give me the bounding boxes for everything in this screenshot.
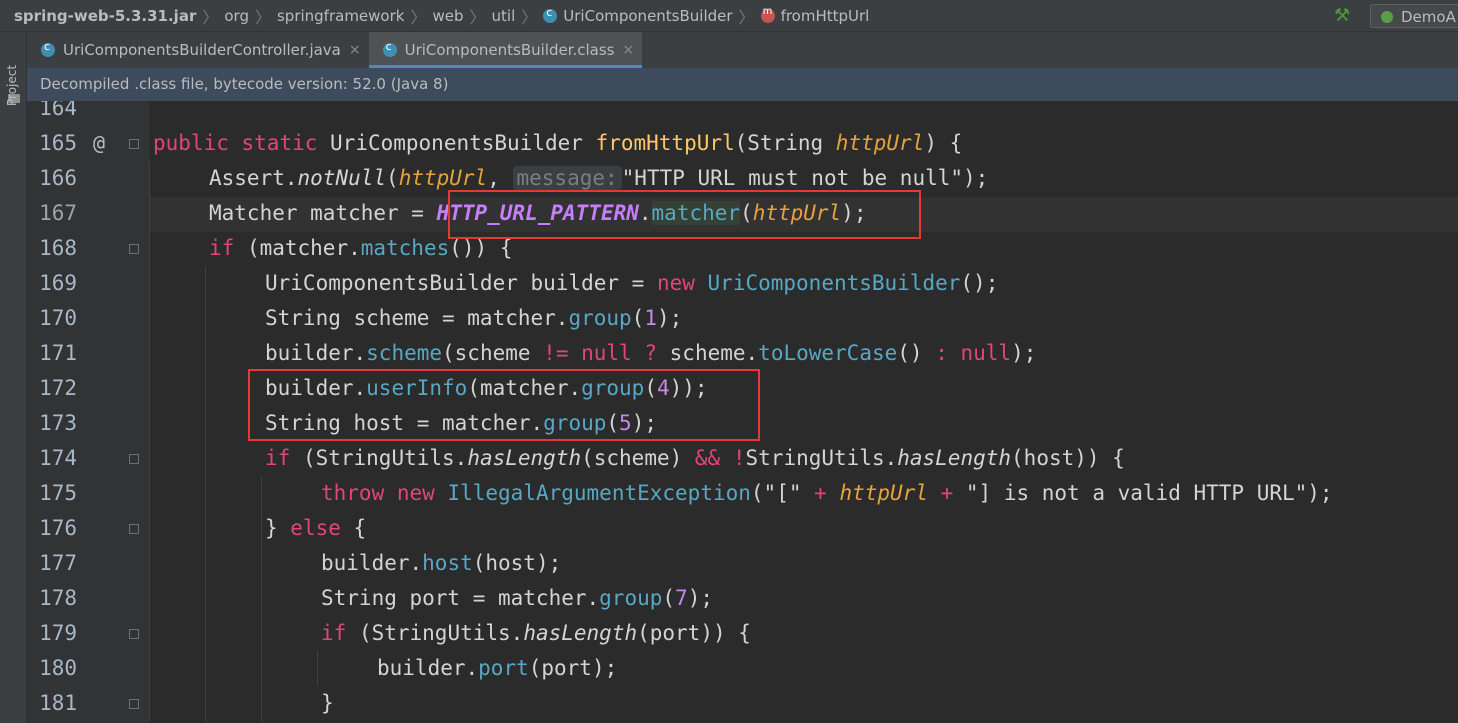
- chevron-right-icon: 〉: [202, 7, 219, 27]
- line-number: 164: [39, 101, 77, 120]
- breadcrumb-package-util[interactable]: util: [492, 7, 516, 25]
- indent-guide: [317, 651, 318, 686]
- chevron-right-icon: 〉: [254, 7, 271, 27]
- breadcrumb-jar[interactable]: spring-web-5.3.31.jar: [14, 7, 196, 25]
- indent-guide: [261, 476, 262, 721]
- indent-guide: [149, 161, 150, 721]
- line-number: 169: [39, 271, 77, 295]
- line-number: 178: [39, 586, 77, 610]
- code-line-169: UriComponentsBuilder builder = new UriCo…: [265, 271, 999, 295]
- tab-controller-java[interactable]: UriComponentsBuilderController.java ×: [27, 32, 369, 68]
- project-tool-button[interactable]: Project: [5, 65, 19, 106]
- code-line-178: String port = matcher.group(7);: [321, 586, 713, 610]
- decompiled-banner: Decompiled .class file, bytecode version…: [27, 68, 1458, 101]
- highlight-box-userinfo-host: [248, 369, 760, 441]
- fold-marker-icon[interactable]: [129, 139, 139, 149]
- code-editor[interactable]: public static UriComponentsBuilder fromH…: [149, 101, 1458, 723]
- override-marker-icon[interactable]: @: [93, 126, 105, 161]
- close-icon[interactable]: ×: [349, 42, 361, 58]
- code-line-180: builder.port(port);: [377, 656, 618, 680]
- chevron-right-icon: 〉: [521, 7, 538, 27]
- line-number: 166: [39, 166, 77, 190]
- tab-label: UriComponentsBuilder.class: [404, 41, 615, 59]
- breadcrumb: spring-web-5.3.31.jar 〉 org 〉 springfram…: [0, 0, 1458, 32]
- tab-builder-class[interactable]: UriComponentsBuilder.class ×: [368, 32, 643, 68]
- line-number: 168: [39, 236, 77, 260]
- code-line-181: }: [321, 691, 334, 715]
- build-hammer-icon[interactable]: ⚒: [1334, 5, 1350, 26]
- line-number: 181: [39, 691, 77, 715]
- fold-marker-icon[interactable]: [129, 244, 139, 254]
- code-line-176: } else {: [265, 516, 367, 540]
- breadcrumb-package-web[interactable]: web: [432, 7, 463, 25]
- code-line-170: String scheme = matcher.group(1);: [265, 306, 683, 330]
- class-icon: [41, 40, 55, 57]
- code-line-179: if (StringUtils.hasLength(port)) {: [321, 621, 751, 645]
- highlight-box-matcher: [448, 190, 921, 239]
- method-icon: [760, 6, 775, 23]
- line-number: 179: [39, 621, 77, 645]
- fold-marker-icon[interactable]: [129, 454, 139, 464]
- chevron-right-icon: 〉: [469, 7, 486, 27]
- editor-gutter: 164 165 @ 166 167 168 169 170 171 172 17…: [27, 101, 149, 723]
- run-config-icon: [1381, 11, 1393, 23]
- chevron-right-icon: 〉: [738, 7, 755, 27]
- class-icon: [543, 6, 558, 23]
- code-line-177: builder.host(host);: [321, 551, 562, 575]
- breadcrumb-package-springframework[interactable]: springframework: [277, 7, 404, 25]
- code-line-175: throw new IllegalArgumentException("[" +…: [321, 481, 1333, 505]
- code-line-174: if (StringUtils.hasLength(scheme) && !St…: [265, 446, 1125, 470]
- line-number: 176: [39, 516, 77, 540]
- breadcrumb-class[interactable]: UriComponentsBuilder: [563, 7, 732, 25]
- code-line-165: public static UriComponentsBuilder fromH…: [153, 131, 963, 155]
- class-icon: [382, 40, 397, 57]
- line-number: 173: [39, 411, 77, 435]
- tab-label: UriComponentsBuilderController.java: [63, 41, 341, 59]
- editor-tabs: UriComponentsBuilderController.java × Ur…: [27, 32, 1458, 68]
- line-number: 172: [39, 376, 77, 400]
- line-number: 171: [39, 341, 77, 365]
- fold-marker-icon[interactable]: [129, 699, 139, 709]
- parameter-hint: message:: [512, 166, 622, 190]
- run-config-label: DemoA: [1401, 8, 1456, 26]
- line-number: 175: [39, 481, 77, 505]
- fold-marker-icon[interactable]: [129, 629, 139, 639]
- chevron-right-icon: 〉: [410, 7, 427, 27]
- line-number: 174: [39, 446, 77, 470]
- code-line-171: builder.scheme(scheme != null ? scheme.t…: [265, 341, 1037, 365]
- run-config-selector[interactable]: DemoA: [1370, 4, 1458, 28]
- fold-marker-icon[interactable]: [129, 524, 139, 534]
- breadcrumb-package-org[interactable]: org: [224, 7, 249, 25]
- line-number: 170: [39, 306, 77, 330]
- line-number: 177: [39, 551, 77, 575]
- line-number: 167: [39, 201, 77, 225]
- breadcrumb-method[interactable]: fromHttpUrl: [781, 7, 870, 25]
- line-number: 165: [39, 131, 77, 155]
- tool-window-strip: Project: [0, 32, 27, 723]
- indent-guide: [205, 266, 206, 721]
- close-icon[interactable]: ×: [623, 42, 635, 58]
- line-number: 180: [39, 656, 77, 680]
